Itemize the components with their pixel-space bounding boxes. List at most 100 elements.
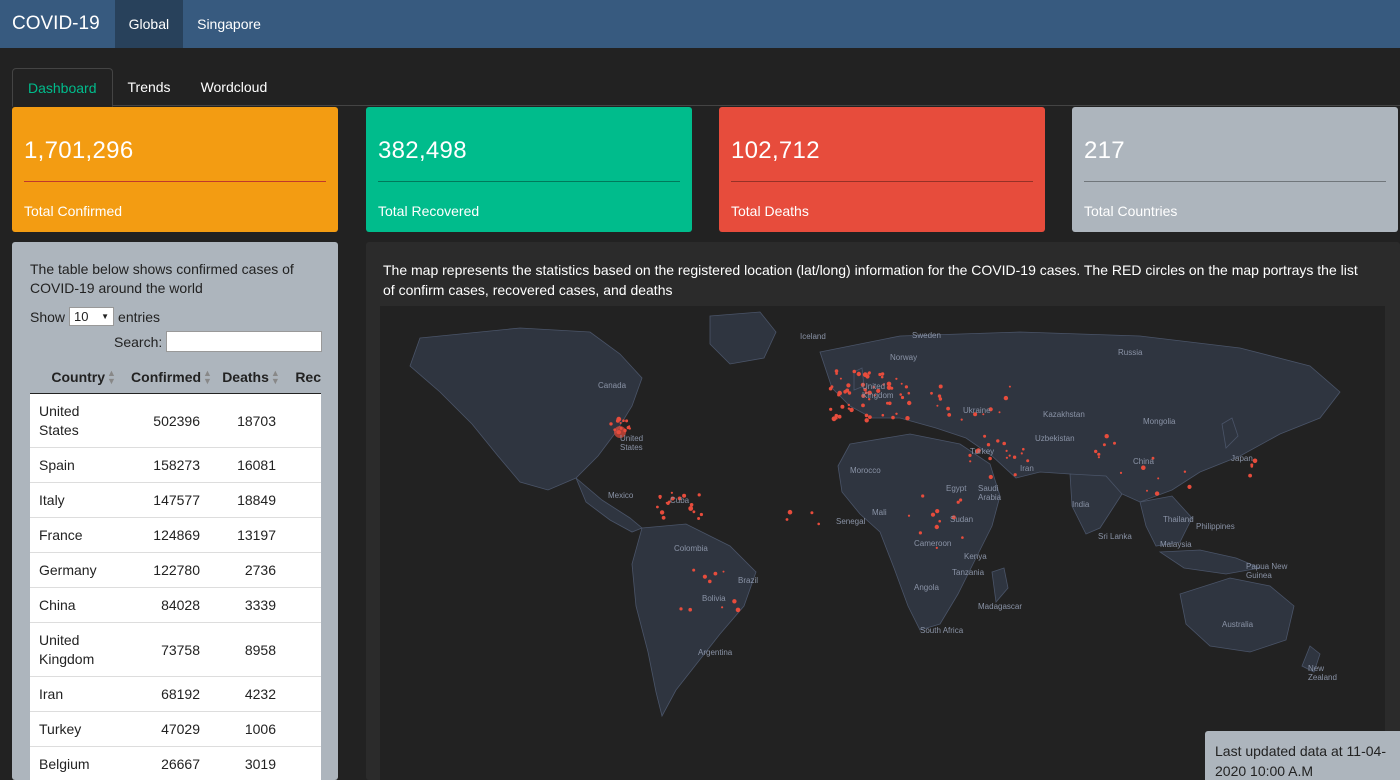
- case-marker[interactable]: [846, 383, 851, 388]
- case-marker[interactable]: [960, 418, 963, 421]
- case-marker[interactable]: [692, 510, 696, 514]
- case-marker[interactable]: [722, 570, 725, 573]
- case-marker[interactable]: [961, 536, 964, 539]
- column-header-deaths[interactable]: Deaths ▲ ▼: [215, 368, 288, 385]
- case-marker[interactable]: [938, 397, 943, 401]
- case-marker[interactable]: [656, 505, 659, 509]
- case-marker[interactable]: [609, 422, 613, 426]
- case-marker[interactable]: [861, 403, 865, 408]
- app-brand[interactable]: COVID-19: [0, 0, 112, 48]
- table-row[interactable]: Belgium 26667 3019: [30, 747, 321, 780]
- case-marker[interactable]: [983, 434, 987, 438]
- case-marker[interactable]: [688, 506, 694, 511]
- case-marker[interactable]: [988, 456, 992, 461]
- case-marker[interactable]: [1008, 454, 1011, 457]
- case-marker[interactable]: [938, 519, 941, 523]
- case-marker[interactable]: [1102, 443, 1106, 447]
- case-marker[interactable]: [900, 395, 905, 400]
- case-marker[interactable]: [1012, 455, 1017, 459]
- tab-trends[interactable]: Trends: [113, 68, 186, 106]
- case-marker[interactable]: [988, 474, 993, 480]
- case-marker[interactable]: [937, 394, 942, 398]
- case-marker[interactable]: [713, 571, 718, 576]
- case-marker[interactable]: [849, 407, 854, 413]
- nav-link-global[interactable]: Global: [114, 0, 184, 48]
- case-marker[interactable]: [708, 579, 712, 584]
- case-marker[interactable]: [658, 496, 662, 500]
- case-marker[interactable]: [1250, 465, 1254, 468]
- case-marker[interactable]: [1113, 441, 1116, 445]
- case-marker[interactable]: [1187, 484, 1192, 489]
- case-marker[interactable]: [625, 419, 629, 423]
- case-marker[interactable]: [665, 501, 668, 504]
- column-header-country[interactable]: Country ▲ ▼: [30, 368, 128, 385]
- case-marker[interactable]: [1097, 456, 1100, 459]
- case-marker[interactable]: [867, 371, 871, 375]
- case-marker[interactable]: [895, 377, 898, 380]
- case-marker[interactable]: [787, 509, 793, 515]
- case-marker[interactable]: [852, 369, 857, 374]
- case-marker[interactable]: [615, 419, 620, 423]
- entries-select[interactable]: 10 ▼: [69, 307, 115, 326]
- case-marker[interactable]: [697, 493, 701, 497]
- case-marker[interactable]: [835, 372, 838, 375]
- case-marker[interactable]: [864, 418, 869, 423]
- case-marker[interactable]: [907, 391, 911, 395]
- case-marker[interactable]: [688, 607, 692, 612]
- case-marker[interactable]: [828, 386, 833, 391]
- case-marker[interactable]: [880, 375, 884, 379]
- case-marker[interactable]: [864, 413, 869, 418]
- table-row[interactable]: Iran 68192 4232: [30, 677, 321, 712]
- case-marker[interactable]: [878, 372, 882, 377]
- case-marker[interactable]: [1097, 452, 1101, 456]
- case-marker[interactable]: [847, 403, 850, 407]
- case-marker[interactable]: [721, 606, 724, 609]
- case-marker[interactable]: [689, 503, 694, 507]
- case-marker[interactable]: [1248, 473, 1252, 478]
- case-marker[interactable]: [1104, 434, 1109, 439]
- case-marker[interactable]: [1141, 465, 1146, 470]
- case-marker[interactable]: [1005, 456, 1009, 459]
- case-marker[interactable]: [918, 531, 923, 535]
- case-marker[interactable]: [907, 400, 912, 406]
- case-marker[interactable]: [810, 511, 814, 515]
- case-marker[interactable]: [839, 377, 842, 380]
- case-marker[interactable]: [1157, 477, 1160, 480]
- case-marker[interactable]: [837, 393, 841, 397]
- tab-wordcloud[interactable]: Wordcloud: [186, 68, 283, 106]
- case-marker[interactable]: [659, 510, 665, 515]
- case-marker[interactable]: [930, 391, 933, 395]
- column-header-confirmed[interactable]: Confirmed ▲ ▼: [128, 368, 214, 385]
- case-marker[interactable]: [670, 491, 673, 494]
- case-marker[interactable]: [907, 514, 911, 517]
- case-marker[interactable]: [1003, 395, 1009, 401]
- case-marker[interactable]: [1020, 452, 1023, 455]
- case-marker[interactable]: [1026, 459, 1030, 463]
- case-marker[interactable]: [947, 413, 952, 417]
- world-map[interactable]: Iceland Sweden Norway Russia Canada Unit…: [380, 306, 1385, 780]
- case-marker[interactable]: [699, 512, 703, 517]
- case-marker[interactable]: [619, 422, 622, 424]
- case-marker[interactable]: [886, 401, 889, 405]
- case-marker[interactable]: [996, 439, 1000, 443]
- table-row[interactable]: United States 502396 18703: [30, 394, 321, 448]
- case-marker[interactable]: [661, 515, 666, 520]
- case-marker[interactable]: [1146, 489, 1148, 492]
- table-row[interactable]: Spain 158273 16081: [30, 448, 321, 483]
- case-marker[interactable]: [1008, 385, 1011, 388]
- case-marker[interactable]: [697, 517, 701, 520]
- case-marker[interactable]: [1022, 447, 1025, 451]
- search-input[interactable]: [166, 331, 323, 352]
- case-marker[interactable]: [936, 404, 939, 407]
- case-marker[interactable]: [921, 494, 925, 498]
- case-marker[interactable]: [969, 460, 972, 463]
- case-marker[interactable]: [1252, 458, 1258, 464]
- case-marker[interactable]: [829, 407, 833, 411]
- case-marker[interactable]: [622, 419, 625, 422]
- case-marker[interactable]: [938, 384, 943, 389]
- nav-link-singapore[interactable]: Singapore: [183, 0, 275, 48]
- case-marker[interactable]: [702, 574, 707, 579]
- case-marker[interactable]: [956, 500, 960, 504]
- case-marker[interactable]: [692, 568, 696, 572]
- case-marker[interactable]: [1119, 471, 1123, 474]
